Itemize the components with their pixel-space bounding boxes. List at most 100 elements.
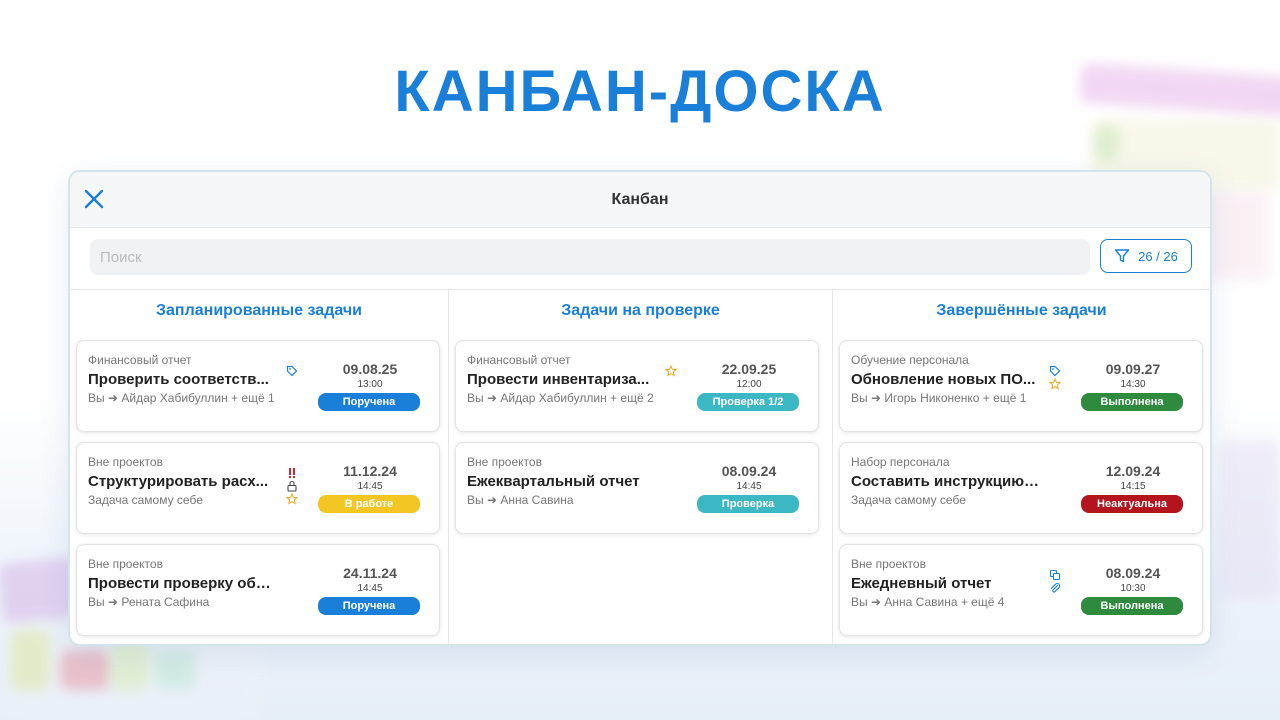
card-date: 08.09.24 [721,463,777,479]
arrow-icon: ➜ [486,391,498,405]
status-badge: Выполнена [1081,393,1183,411]
card-project: Финансовый отчет [88,353,192,367]
card-project: Финансовый отчет [467,353,571,367]
card-icons [1048,365,1062,390]
card-assignees: Вы ➜ Анна Савина + ещё 4 [851,595,1041,610]
card-time: 14:45 [357,481,383,492]
task-card[interactable]: Вне проектов Ежеквартальный отчет Вы ➜ А… [455,442,819,534]
card-icons [664,365,678,377]
card-project: Вне проектов [88,455,163,469]
filter-button[interactable]: 26 / 26 [1100,239,1192,273]
star-icon [665,365,677,377]
assignee-to: Анна Савина [500,493,574,507]
status-badge: Выполнена [1081,597,1183,615]
status-badge: Неактуальна [1081,495,1183,513]
card-task-title: Провести инвентариза... [467,371,650,388]
card-task-title: Обновление новых ПО... [851,371,1036,388]
status-badge: Поручена [318,597,420,615]
card-time: 14:15 [1120,481,1146,492]
assignee-from: Вы [88,391,105,405]
assignee-to: Айдар Хабибуллин + ещё 1 [121,391,275,405]
kanban-column: Завершённые задачи Обучение персонала Об… [833,290,1210,644]
lock-icon [286,480,298,492]
card-assignees: Задача самому себе [851,493,1041,508]
assignee-from: Вы [851,391,868,405]
card-project: Набор персонала [851,455,950,469]
card-date: 12.09.24 [1105,463,1161,479]
card-task-title: Проверить соответств... [88,371,269,388]
card-task-title: Составить инструкцию - ... [851,473,1041,490]
card-assignees: Вы ➜ Рената Сафина [88,595,278,610]
background-decoration [110,640,150,690]
assignee-to: Игорь Никоненко + ещё 1 [884,391,1027,405]
copy-icon [1049,569,1061,581]
card-icons [1048,569,1062,594]
task-card[interactable]: Обучение персонала Обновление новых ПО..… [839,340,1203,432]
assignee-to: Задача самому себе [851,493,966,507]
arrow-icon: ➜ [486,493,498,507]
card-project: Обучение персонала [851,353,969,367]
window-titlebar: Канбан [70,172,1210,228]
urgent-icon [286,467,298,479]
arrow-icon: ➜ [870,391,882,405]
card-task-title: Структурировать расх... [88,473,269,490]
filter-count: 26 / 26 [1138,248,1178,264]
background-decoration [155,650,195,690]
card-date: 09.08.25 [342,361,398,377]
assignee-to: Рената Сафина [121,595,210,609]
card-date: 11.12.24 [343,463,397,479]
kanban-window: Канбан 26 / 26 Запланированные задачи Фи… [68,170,1212,646]
background-decoration [10,630,50,690]
search-input[interactable] [90,239,1090,275]
card-assignees: Вы ➜ Айдар Хабибуллин + ещё 2 [467,391,657,406]
card-task-title: Провести проверку обор... [88,575,278,592]
status-badge: Поручена [318,393,420,411]
status-badge: В работе [318,495,420,513]
card-time: 14:45 [357,583,383,594]
card-time: 14:45 [736,481,762,492]
card-assignees: Задача самому себе [88,493,278,508]
star-icon [286,493,298,505]
background-decoration [1095,125,1119,161]
task-card[interactable]: Вне проектов Структурировать расх... Зад… [76,442,440,534]
card-time: 14:30 [1120,379,1146,390]
status-badge: Проверка 1/2 [697,393,799,411]
task-card[interactable]: Набор персонала Составить инструкцию - .… [839,442,1203,534]
card-project: Вне проектов [467,455,542,469]
column-title: Завершённые задачи [936,302,1107,319]
column-title: Задачи на проверке [561,302,720,319]
tag-icon [1049,365,1061,377]
card-time: 13:00 [357,379,383,390]
card-date: 08.09.24 [1105,565,1161,581]
task-card[interactable]: Вне проектов Провести проверку обор... В… [76,544,440,636]
card-task-title: Ежеквартальный отчет [467,473,640,490]
task-card[interactable]: Финансовый отчет Провести инвентариза...… [455,340,819,432]
card-task-title: Ежедневный отчет [851,575,992,592]
kanban-board: Запланированные задачи Финансовый отчет … [70,290,1210,644]
assignee-from: Вы [88,595,105,609]
card-assignees: Вы ➜ Игорь Никоненко + ещё 1 [851,391,1041,406]
card-date: 24.11.24 [343,565,397,581]
assignee-from: Вы [467,391,484,405]
background-decoration [60,650,110,690]
star-icon [1049,378,1061,390]
card-date: 09.09.27 [1105,361,1161,377]
filter-icon [1114,249,1130,263]
background-decoration [1220,440,1280,600]
card-date: 22.09.25 [721,361,777,377]
card-time: 12:00 [736,379,762,390]
card-project: Вне проектов [851,557,926,571]
assignee-to: Задача самому себе [88,493,203,507]
assignee-to: Анна Савина + ещё 4 [884,595,1005,609]
arrow-icon: ➜ [870,595,882,609]
column-title: Запланированные задачи [156,302,362,319]
arrow-icon: ➜ [107,391,119,405]
card-icons [285,467,299,505]
task-card[interactable]: Финансовый отчет Проверить соответств...… [76,340,440,432]
task-card[interactable]: Вне проектов Ежедневный отчет Вы ➜ Анна … [839,544,1203,636]
page-headline: КАНБАН-ДОСКА [394,59,886,124]
kanban-column: Задачи на проверке Финансовый отчет Пров… [449,290,833,644]
window-title: Канбан [611,191,669,208]
card-assignees: Вы ➜ Айдар Хабибуллин + ещё 1 [88,391,278,406]
assignee-from: Вы [851,595,868,609]
